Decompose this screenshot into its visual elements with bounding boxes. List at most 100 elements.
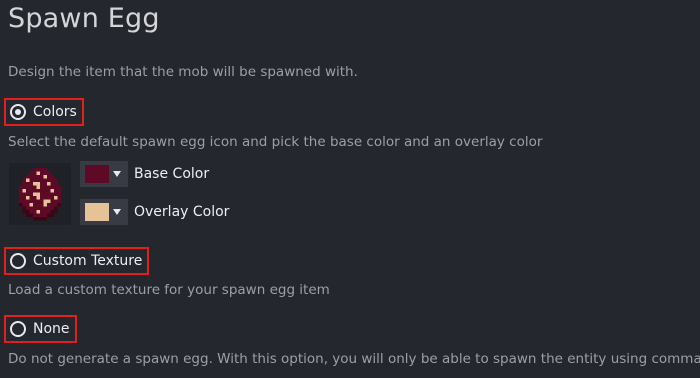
egg-pixel [33, 178, 37, 182]
egg-pixel [57, 203, 61, 207]
egg-pixel [40, 192, 44, 196]
egg-pixel [50, 192, 54, 196]
egg-pixel [47, 175, 51, 179]
egg-pixel [40, 217, 44, 221]
overlay-color-swatch [85, 203, 109, 221]
chevron-down-icon [113, 171, 121, 177]
spawn-egg-icon [19, 168, 61, 221]
spawn-egg-panel: Spawn Egg Design the item that the mob w… [0, 0, 700, 378]
egg-pixel [50, 189, 54, 193]
egg-pixel [43, 175, 47, 179]
egg-pixel [26, 196, 30, 200]
egg-pixel [29, 199, 33, 203]
egg-pixel [33, 189, 37, 193]
egg-pixel [47, 178, 51, 182]
egg-pixel [40, 206, 44, 210]
egg-pixel [22, 206, 26, 210]
egg-pixel [22, 203, 26, 207]
radio-unselected-icon[interactable] [10, 253, 26, 269]
egg-pixel [47, 182, 51, 186]
egg-pixel [22, 182, 26, 186]
egg-pixel [54, 178, 58, 182]
egg-pixel [36, 182, 40, 186]
egg-pixel [33, 213, 37, 217]
base-color-picker[interactable] [80, 161, 128, 187]
egg-pixel [36, 192, 40, 196]
egg-pixel [50, 206, 54, 210]
egg-pixel [57, 192, 61, 196]
egg-pixel [40, 213, 44, 217]
egg-pixel [33, 199, 37, 203]
egg-pixel [43, 189, 47, 193]
egg-pixel [43, 217, 47, 221]
egg-pixel [47, 213, 51, 217]
radio-unselected-icon[interactable] [10, 321, 26, 337]
overlay-color-picker[interactable] [80, 199, 128, 225]
egg-pixel [40, 182, 44, 186]
egg-pixel [40, 168, 44, 172]
egg-pixel [40, 199, 44, 203]
egg-pixel [57, 185, 61, 189]
egg-pixel [36, 196, 40, 200]
egg-pixel [47, 203, 51, 207]
egg-pixel [29, 175, 33, 179]
egg-pixel [19, 192, 23, 196]
egg-pixel [57, 189, 61, 193]
egg-pixel [54, 189, 58, 193]
egg-pixel [33, 192, 37, 196]
egg-pixel [54, 199, 58, 203]
egg-pixel [33, 206, 37, 210]
egg-pixel [26, 213, 30, 217]
overlay-color-row: Overlay Color [80, 199, 229, 225]
egg-pixel [36, 168, 40, 172]
egg-pixel [29, 192, 33, 196]
egg-pixel [33, 168, 37, 172]
egg-pixel [47, 185, 51, 189]
egg-pixel [54, 182, 58, 186]
egg-pixel [47, 171, 51, 175]
egg-pixel [33, 185, 37, 189]
egg-pixel [40, 171, 44, 175]
egg-pixel [47, 192, 51, 196]
overlay-color-label: Overlay Color [134, 204, 230, 220]
egg-pixel [36, 171, 40, 175]
egg-pixel [40, 178, 44, 182]
egg-pixel [47, 210, 51, 214]
egg-pixel [47, 189, 51, 193]
egg-pixel [50, 185, 54, 189]
egg-pixel [50, 210, 54, 214]
egg-pixel [26, 189, 30, 193]
egg-pixel [26, 210, 30, 214]
egg-pixel [22, 210, 26, 214]
option-custom-texture[interactable]: Custom Texture [4, 247, 150, 275]
option-none-description: Do not generate a spawn egg. With this o… [8, 351, 700, 367]
option-colors[interactable]: Colors [4, 98, 84, 126]
egg-pixel [43, 192, 47, 196]
egg-pixel [33, 196, 37, 200]
option-none[interactable]: None [4, 315, 77, 343]
page-description: Design the item that the mob will be spa… [8, 64, 358, 80]
egg-pixel [43, 178, 47, 182]
egg-pixel [26, 206, 30, 210]
egg-pixel [19, 185, 23, 189]
radio-selected-icon[interactable] [10, 104, 26, 120]
egg-pixel [22, 178, 26, 182]
egg-pixel [50, 178, 54, 182]
egg-pixel [36, 206, 40, 210]
egg-pixel [54, 203, 58, 207]
egg-pixel [54, 206, 58, 210]
egg-pixel [40, 203, 44, 207]
egg-pixel [50, 182, 54, 186]
egg-pixel [36, 199, 40, 203]
egg-pixel [47, 199, 51, 203]
egg-pixel [36, 185, 40, 189]
egg-pixel [40, 210, 44, 214]
egg-pixel [40, 185, 44, 189]
egg-pixel [43, 210, 47, 214]
egg-pixel [29, 178, 33, 182]
egg-pixel [57, 199, 61, 203]
option-none-label: None [33, 321, 70, 337]
egg-pixel [54, 185, 58, 189]
egg-pixel [22, 192, 26, 196]
option-custom-texture-description: Load a custom texture for your spawn egg… [8, 282, 330, 298]
